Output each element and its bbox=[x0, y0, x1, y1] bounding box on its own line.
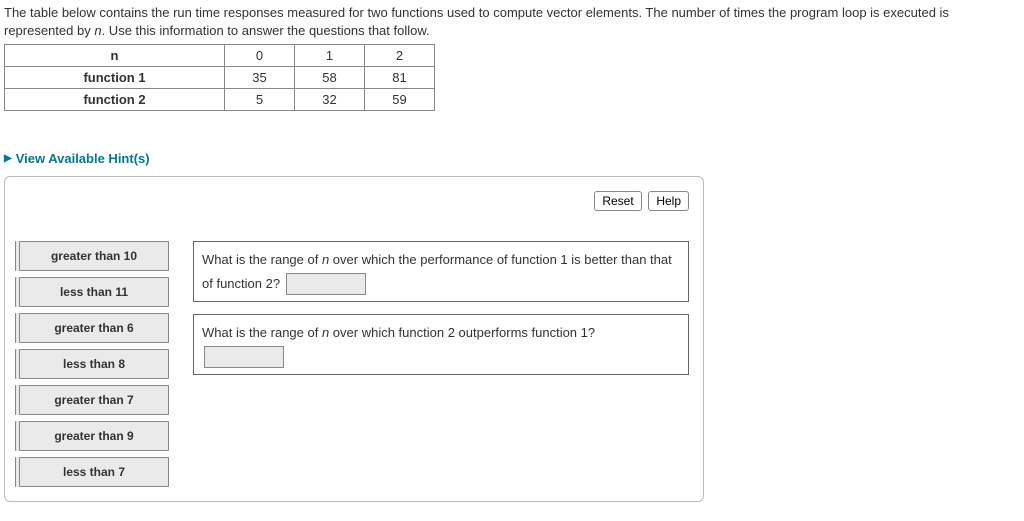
cell: 81 bbox=[365, 67, 435, 89]
q1-text-a: What is the range of bbox=[202, 252, 322, 267]
row-label-1: function 1 bbox=[5, 67, 225, 89]
data-table: n 0 1 2 function 1 35 58 81 function 2 5… bbox=[4, 44, 435, 111]
option-less-than-8[interactable]: less than 8 bbox=[19, 349, 169, 379]
option-less-than-11[interactable]: less than 11 bbox=[19, 277, 169, 307]
hints-label: View Available Hint(s) bbox=[16, 151, 150, 166]
col-2: 2 bbox=[365, 45, 435, 67]
options-column: greater than 10 less than 11 greater tha… bbox=[19, 241, 169, 487]
row-label-2: function 2 bbox=[5, 89, 225, 111]
table-row: n 0 1 2 bbox=[5, 45, 435, 67]
question-1-box: What is the range of n over which the pe… bbox=[193, 241, 689, 302]
help-button[interactable]: Help bbox=[648, 191, 689, 211]
questions-column: What is the range of n over which the pe… bbox=[193, 241, 689, 375]
option-less-than-7[interactable]: less than 7 bbox=[19, 457, 169, 487]
option-greater-than-7[interactable]: greater than 7 bbox=[19, 385, 169, 415]
cell: 58 bbox=[295, 67, 365, 89]
answer-panel: Reset Help greater than 10 less than 11 … bbox=[4, 176, 704, 502]
prompt-part-b: . Use this information to answer the que… bbox=[102, 23, 430, 38]
cell: 5 bbox=[225, 89, 295, 111]
cell: 35 bbox=[225, 67, 295, 89]
question-2-box: What is the range of n over which functi… bbox=[193, 314, 689, 375]
option-greater-than-6[interactable]: greater than 6 bbox=[19, 313, 169, 343]
cell: 59 bbox=[365, 89, 435, 111]
chevron-right-icon: ▶ bbox=[4, 153, 12, 164]
reset-button[interactable]: Reset bbox=[594, 191, 641, 211]
q2-text-b: over which function 2 outperforms functi… bbox=[329, 325, 595, 340]
col-0: 0 bbox=[225, 45, 295, 67]
table-row: function 1 35 58 81 bbox=[5, 67, 435, 89]
option-greater-than-10[interactable]: greater than 10 bbox=[19, 241, 169, 271]
drop-slot-q1[interactable] bbox=[286, 273, 366, 295]
table-row: function 2 5 32 59 bbox=[5, 89, 435, 111]
view-hints-toggle[interactable]: ▶ View Available Hint(s) bbox=[4, 151, 150, 166]
option-greater-than-9[interactable]: greater than 9 bbox=[19, 421, 169, 451]
header-n: n bbox=[5, 45, 225, 67]
question-prompt: The table below contains the run time re… bbox=[4, 4, 1020, 40]
prompt-n: n bbox=[94, 23, 101, 38]
drop-slot-q2[interactable] bbox=[204, 346, 284, 368]
col-1: 1 bbox=[295, 45, 365, 67]
q2-text-a: What is the range of bbox=[202, 325, 322, 340]
cell: 32 bbox=[295, 89, 365, 111]
